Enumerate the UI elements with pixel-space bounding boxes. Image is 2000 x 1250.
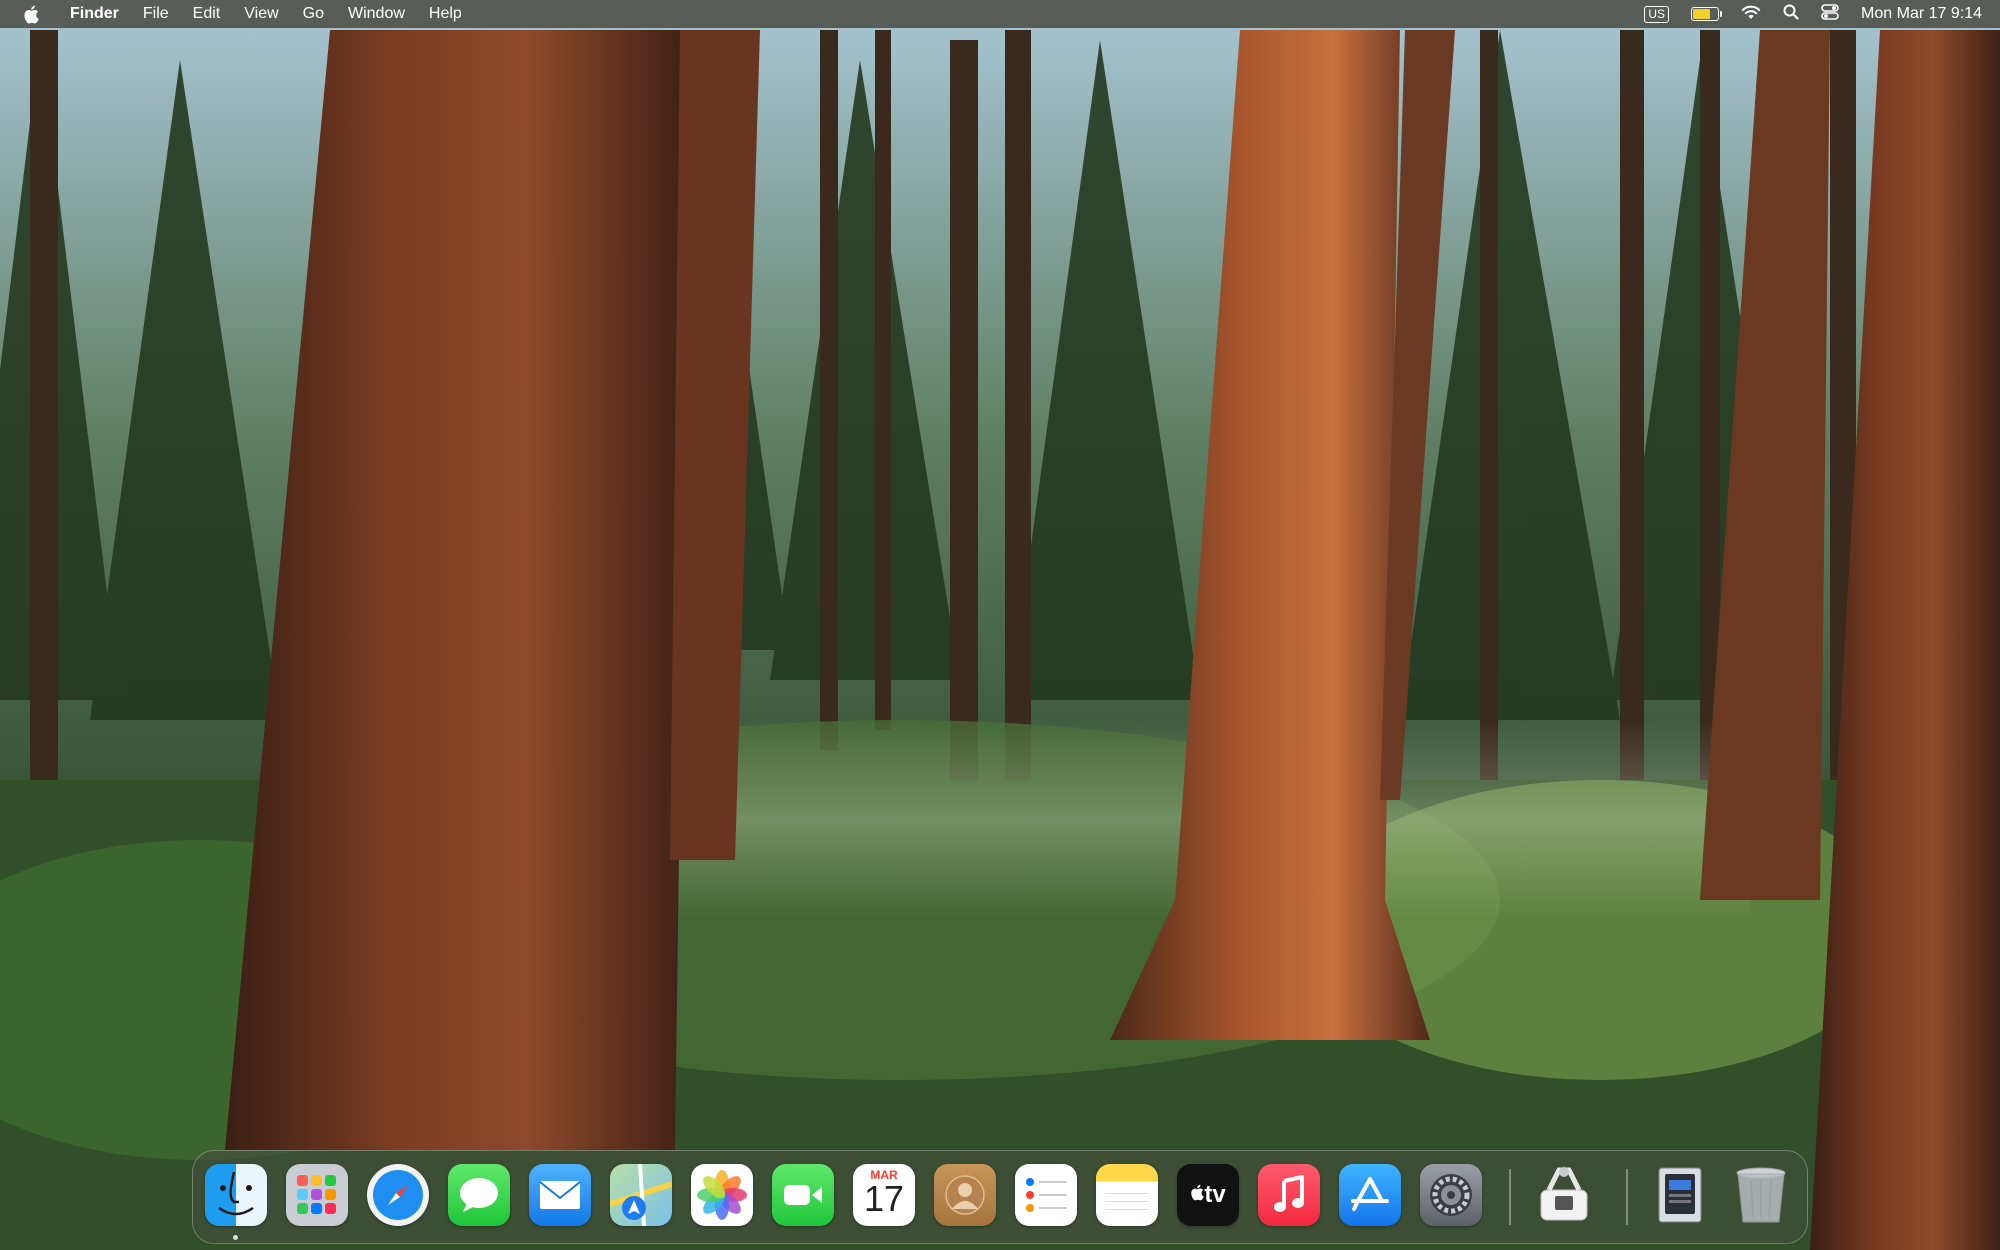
menu-view[interactable]: View bbox=[244, 0, 278, 28]
app-menu-finder[interactable]: Finder bbox=[70, 0, 119, 28]
control-center-icon[interactable] bbox=[1821, 3, 1839, 25]
archive-utility-icon[interactable] bbox=[1533, 1164, 1595, 1226]
spotlight-search-icon[interactable] bbox=[1783, 4, 1799, 25]
calendar-icon[interactable]: MAR 17 bbox=[853, 1164, 915, 1226]
tv-icon[interactable]: tv bbox=[1177, 1164, 1239, 1226]
dock-separator bbox=[1509, 1169, 1511, 1225]
mail-icon[interactable] bbox=[529, 1164, 591, 1226]
system-settings-icon[interactable] bbox=[1420, 1164, 1482, 1226]
battery-level-fill bbox=[1693, 9, 1711, 19]
finder-icon[interactable] bbox=[205, 1164, 267, 1226]
reminders-icon[interactable] bbox=[1015, 1164, 1077, 1226]
trash-icon[interactable] bbox=[1730, 1164, 1792, 1226]
music-icon[interactable] bbox=[1258, 1164, 1320, 1226]
contacts-icon[interactable] bbox=[934, 1164, 996, 1226]
menu-help[interactable]: Help bbox=[429, 0, 462, 28]
menu-edit[interactable]: Edit bbox=[193, 0, 221, 28]
photos-icon[interactable] bbox=[691, 1164, 753, 1226]
menu-file[interactable]: File bbox=[143, 0, 169, 28]
menubar-clock[interactable]: Mon Mar 17 9:14 bbox=[1861, 5, 1982, 23]
wifi-icon[interactable] bbox=[1741, 4, 1761, 25]
launchpad-icon[interactable] bbox=[286, 1164, 348, 1226]
finder-running-indicator bbox=[233, 1235, 238, 1240]
facetime-icon[interactable] bbox=[772, 1164, 834, 1226]
input-source-indicator[interactable]: US bbox=[1644, 5, 1670, 23]
apple-menu-icon[interactable] bbox=[18, 5, 44, 24]
messages-icon[interactable] bbox=[448, 1164, 510, 1226]
tv-label: tv bbox=[1204, 1181, 1226, 1208]
desktop-wallpaper bbox=[0, 0, 2000, 1250]
maps-icon[interactable] bbox=[610, 1164, 672, 1226]
menu-go[interactable]: Go bbox=[303, 0, 324, 28]
safari-icon[interactable] bbox=[367, 1164, 429, 1226]
menu-window[interactable]: Window bbox=[348, 0, 405, 28]
notes-icon[interactable] bbox=[1096, 1164, 1158, 1226]
downloads-stack-icon[interactable] bbox=[1649, 1164, 1711, 1226]
dock: MAR 17 tv bbox=[192, 1150, 1808, 1244]
battery-icon[interactable] bbox=[1691, 7, 1723, 21]
menu-bar: Finder File Edit View Go Window Help US … bbox=[0, 0, 2000, 28]
dock-separator bbox=[1626, 1169, 1628, 1225]
tv-apple-logo-icon bbox=[1190, 1184, 1205, 1206]
app-store-icon[interactable] bbox=[1339, 1164, 1401, 1226]
calendar-day: 17 bbox=[863, 1178, 905, 1219]
